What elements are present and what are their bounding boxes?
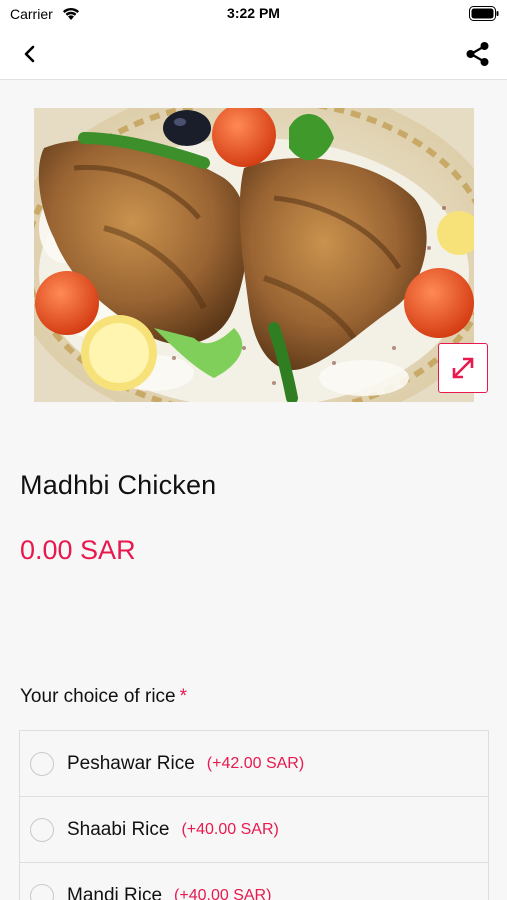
radio-button[interactable] [30, 883, 54, 900]
food-photo [34, 108, 474, 402]
required-marker: * [179, 686, 188, 707]
rice-choice-title-text: Your choice of rice [20, 686, 176, 707]
chevron-left-icon [24, 45, 35, 63]
option-name: Shaabi Rice [67, 818, 170, 840]
rice-options-list: Peshawar Rice (+42.00 SAR) Shaabi Rice (… [19, 730, 489, 900]
rice-option-mandi[interactable]: Mandi Rice (+40.00 SAR) [20, 863, 488, 900]
back-button[interactable] [14, 38, 46, 70]
share-icon [466, 42, 489, 66]
battery-icon [469, 6, 499, 21]
rice-option-shaabi[interactable]: Shaabi Rice (+40.00 SAR) [20, 797, 488, 863]
clock: 3:22 PM [227, 5, 280, 21]
expand-image-button[interactable] [438, 343, 488, 393]
option-extra-price: (+42.00 SAR) [206, 754, 305, 772]
radio-button[interactable] [30, 817, 54, 842]
option-name: Peshawar Rice [67, 752, 195, 774]
product-image[interactable] [34, 108, 474, 402]
option-extra-price: (+40.00 SAR) [181, 820, 279, 838]
product-price: 0.00 SAR [20, 535, 136, 565]
expand-arrows-icon [452, 357, 474, 379]
radio-button[interactable] [30, 751, 54, 776]
option-name: Mandi Rice [67, 884, 163, 900]
rice-choice-title: Your choice of rice * [20, 686, 187, 708]
option-extra-price: (+40.00 SAR) [174, 886, 272, 900]
product-name: Madhbi Chicken [20, 470, 217, 500]
status-bar: Carrier 3:22 PM [0, 0, 507, 28]
share-button[interactable] [461, 38, 495, 70]
nav-bar [0, 28, 507, 80]
rice-option-peshawar[interactable]: Peshawar Rice (+42.00 SAR) [20, 731, 488, 797]
